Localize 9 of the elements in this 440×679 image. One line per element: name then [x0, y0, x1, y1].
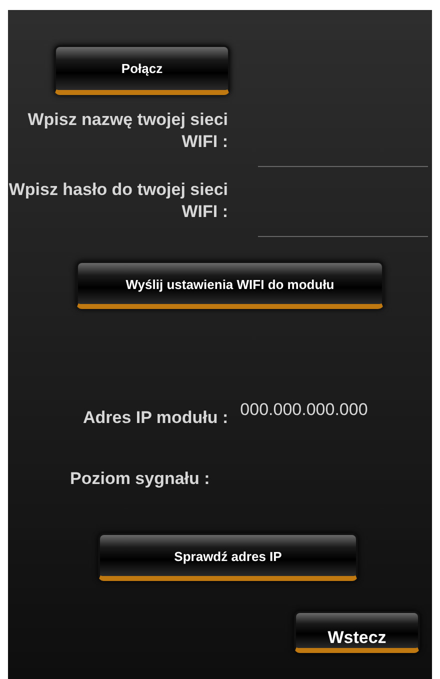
check-ip-button[interactable]: Sprawdź adres IP	[98, 533, 358, 581]
connect-button[interactable]: Połącz	[54, 45, 230, 95]
ip-address-value: 000.000.000.000	[240, 399, 368, 421]
send-wifi-button[interactable]: Wyślij ustawienia WIFI do modułu	[76, 261, 384, 309]
field-label: Wpisz hasło do twojej sieci WIFI :	[8, 179, 228, 223]
back-button[interactable]: Wstecz	[294, 611, 420, 653]
field-label: Wpisz nazwę twojej sieci WIFI :	[26, 109, 228, 153]
signal-level-label: Poziom sygnału :	[70, 468, 210, 490]
ip-address-label: Adres IP modułu :	[83, 407, 228, 429]
